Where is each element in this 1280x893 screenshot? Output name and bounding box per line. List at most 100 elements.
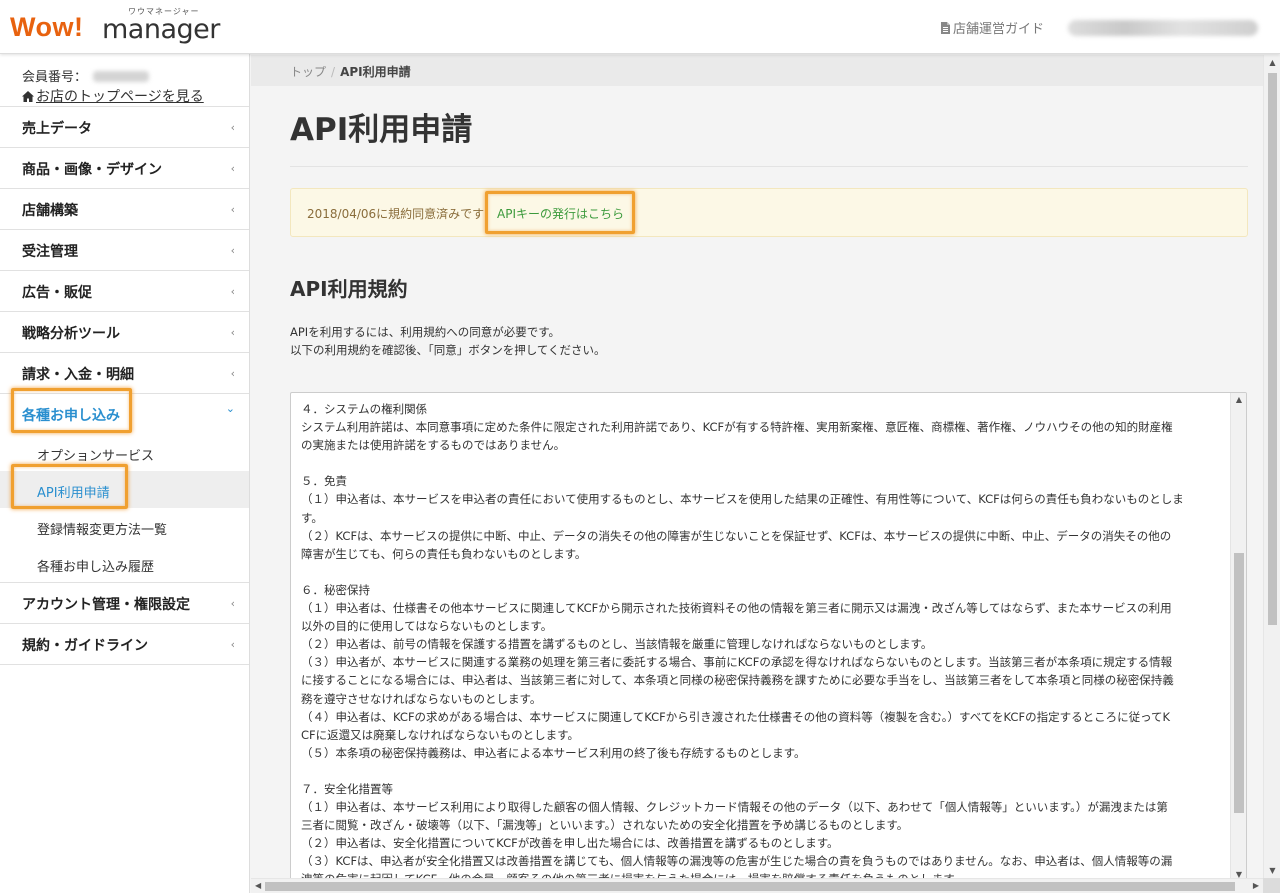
terms-line: す。: [301, 510, 323, 525]
chevron-left-icon: ‹: [230, 597, 235, 610]
sidebar-item-orders[interactable]: 受注管理 ‹: [0, 229, 249, 270]
page-vertical-scrollbar[interactable]: ▲ ▼: [1263, 55, 1280, 878]
chevron-left-icon: ‹: [230, 367, 235, 380]
sidebar-item-label: アカウント管理・権限設定: [22, 597, 190, 613]
terms-line: ４．システムの権利関係: [301, 402, 428, 416]
terms-line: （１）申込者は、本サービス利用により取得した顧客の個人情報、クレジットカード情報…: [301, 800, 1168, 815]
terms-line: 洩等の危害に起因してKCF、他の会員、顧客その他の第三者に損害を与えた場合には、…: [301, 870, 1221, 878]
sidebar-item-label: 広告・販促: [22, 285, 92, 301]
home-icon: [22, 91, 34, 102]
terms-line: 務を遵守させなければならないものとします。: [301, 691, 542, 706]
terms-line: ５．免責: [301, 474, 347, 489]
scroll-up-arrow-icon[interactable]: ▲: [1264, 58, 1280, 67]
terms-line: CFに返還又は廃棄しなければならないものとします。: [301, 727, 579, 742]
member-number: 会員番号：: [22, 66, 150, 85]
terms-line: 障害が生じても、何らの責任も負わないものとします。: [301, 546, 587, 561]
sidebar-item-label: 請求・入金・明細: [22, 367, 134, 383]
terms-intro-line: APIを利用するには、利用規約への同意が必要です。: [290, 325, 561, 339]
sidebar-item-sales-data[interactable]: 売上データ ‹: [0, 106, 249, 147]
terms-line: （２）申込者は、前号の情報を保護する措置を講ずるものとし、当該情報を厳重に管理し…: [301, 637, 933, 652]
sidebar-subitem-application-history[interactable]: 各種お申し込み履歴: [0, 545, 249, 582]
sidebar-item-account-permissions[interactable]: アカウント管理・権限設定 ‹: [0, 582, 249, 623]
sidebar-item-analytics[interactable]: 戦略分析ツール ‹: [0, 311, 249, 352]
terms-intro: APIを利用するには、利用規約への同意が必要です。 以下の利用規約を確認後、「同…: [290, 323, 606, 359]
chevron-down-icon: ⌄: [225, 402, 235, 415]
sidebar-item-label: 各種お申し込み: [22, 408, 120, 424]
terms-line: （３）申込者が、本サービスに関連する業務の処理を第三者に委託する場合、事前にKC…: [301, 655, 1173, 670]
sidebar-subitem-label: 登録情報変更方法一覧: [37, 523, 168, 538]
store-top-link-label: お店のトップページを見る: [36, 89, 204, 105]
scroll-left-arrow-icon[interactable]: ◀: [255, 881, 261, 890]
terms-intro-line: 以下の利用規約を確認後、「同意」ボタンを押してください。: [290, 343, 606, 357]
terms-scrollbar[interactable]: ▲ ▼: [1230, 393, 1246, 878]
logo-wow-text: Wow!: [10, 12, 84, 42]
terms-line: （３）KCFは、申込者が安全化措置又は改善措置を講じても、個人情報等の漏洩等の危…: [301, 854, 1173, 869]
breadcrumb-separator: /: [331, 65, 336, 79]
sidebar-subitem-label: API利用申請: [37, 486, 110, 501]
terms-section-title: API利用規約: [290, 277, 408, 301]
terms-line: [301, 762, 1221, 780]
terms-line: （４）申込者は、KCFの求めがある場合は、本サービスに関連してKCFから引き渡さ…: [301, 709, 1171, 724]
terms-line: ７．安全化措置等: [301, 781, 393, 796]
scroll-down-arrow-icon[interactable]: ▼: [1264, 866, 1280, 875]
sidebar-subitem-api-application[interactable]: API利用申請: [0, 471, 249, 508]
sidebar-subitem-registration-changes[interactable]: 登録情報変更方法一覧: [0, 508, 249, 545]
document-icon: [941, 22, 950, 34]
scroll-right-arrow-icon[interactable]: ▶: [1253, 881, 1259, 890]
terms-text: ４．システムの権利関係システム利用許諾は、本同意事項に定めた条件に限定された利用…: [301, 400, 1221, 878]
main-content: トップ / API利用申請 API利用申請 2018/04/06に規約同意済みです …: [251, 55, 1265, 878]
agreement-status-text: 2018/04/06に規約同意済みです: [307, 207, 485, 221]
sidebar-item-terms-guidelines[interactable]: 規約・ガイドライン ‹: [0, 623, 249, 664]
sidebar-subitem-option-services[interactable]: オプションサービス: [0, 434, 249, 471]
store-top-link[interactable]: お店のトップページを見る: [22, 86, 204, 106]
sidebar-item-label: 売上データ: [22, 121, 92, 137]
breadcrumb-home[interactable]: トップ: [290, 65, 326, 79]
terms-line: （５）本条項の秘密保持義務は、申込者による本サービス利用の終了後も存続するものと…: [301, 745, 806, 760]
terms-line: に接することになる場合には、申込者は、当該第三者に対して、本条項と同様の秘密保持…: [301, 673, 1174, 688]
store-guide-label: 店舗運営ガイド: [953, 22, 1045, 37]
terms-line: （１）申込者は、仕様書その他本サービスに関連してKCFから開示された技術資料その…: [301, 601, 1172, 616]
terms-line: [301, 454, 1221, 472]
sidebar-item-applications[interactable]: 各種お申し込み ⌄: [0, 393, 249, 434]
terms-textarea[interactable]: ４．システムの権利関係システム利用許諾は、本同意事項に定めた条件に限定された利用…: [290, 392, 1247, 878]
terms-line: 以外の目的に使用してはならないものとします。: [301, 619, 553, 634]
member-number-label: 会員番号：: [22, 70, 88, 85]
scrollbar-corner: [1263, 878, 1280, 893]
sidebar-item-ads-promo[interactable]: 広告・販促 ‹: [0, 270, 249, 311]
chevron-left-icon: ‹: [230, 162, 235, 175]
terms-line: ６．秘密保持: [301, 582, 370, 597]
terms-scrollbar-thumb[interactable]: [1234, 553, 1244, 813]
agreement-notice: 2018/04/06に規約同意済みです APIキーの発行はこちら: [290, 188, 1248, 237]
store-guide-link[interactable]: 店舗運営ガイド: [940, 18, 1044, 37]
scroll-down-arrow-icon[interactable]: ▼: [1231, 870, 1246, 878]
sidebar-item-label: 戦略分析ツール: [22, 326, 120, 342]
scroll-up-arrow-icon[interactable]: ▲: [1231, 395, 1246, 404]
chevron-left-icon: ‹: [230, 121, 235, 134]
chevron-left-icon: ‹: [230, 326, 235, 339]
sidebar: 会員番号： お店のトップページを見る 売上データ ‹ 商品・画像・デザイン ‹ 店舗…: [0, 54, 250, 893]
terms-line: （１）申込者は、本サービスを申込者の責任において使用するものとし、本サービスを使…: [301, 492, 1184, 507]
chevron-left-icon: ‹: [230, 285, 235, 298]
page-scrollbar-thumb[interactable]: [1268, 73, 1277, 625]
chevron-left-icon: ‹: [230, 244, 235, 257]
page-horizontal-scrollbar[interactable]: ◀ ▶: [251, 878, 1263, 893]
logo-manager-text: manager: [102, 14, 220, 45]
terms-line: 三者に閲覧・改ざん・破壊等（以下、「漏洩等」といいます。）されないための安全化措…: [301, 818, 909, 833]
terms-line: [301, 563, 1221, 581]
sidebar-item-store-build[interactable]: 店舗構築 ‹: [0, 188, 249, 229]
sidebar-item-label: 店舗構築: [22, 203, 78, 219]
terms-line: システム利用許諾は、本同意事項に定めた条件に限定された利用許諾であり、KCFが有…: [301, 420, 1173, 435]
page-hscrollbar-thumb[interactable]: [265, 882, 1235, 891]
api-key-issue-link[interactable]: APIキーの発行はこちら: [497, 205, 624, 222]
terms-line: （２）KCFは、本サービスの提供に中断、中止、データの消失その他の障害が生じない…: [301, 528, 1172, 543]
user-account-blurred[interactable]: [1068, 20, 1258, 36]
sidebar-subitem-label: 各種お申し込み履歴: [37, 560, 155, 575]
breadcrumb: トップ / API利用申請: [251, 55, 1265, 86]
member-number-blurred: [93, 71, 150, 82]
breadcrumb-current: API利用申請: [340, 65, 411, 79]
sidebar-item-products-design[interactable]: 商品・画像・デザイン ‹: [0, 147, 249, 188]
chevron-left-icon: ‹: [230, 638, 235, 651]
terms-line: （２）申込者は、安全化措置についてKCFが改善を申し出た場合には、改善措置を講ず…: [301, 836, 839, 851]
sidebar-item-billing[interactable]: 請求・入金・明細 ‹: [0, 352, 249, 393]
sidebar-item-label: 商品・画像・デザイン: [22, 162, 162, 178]
